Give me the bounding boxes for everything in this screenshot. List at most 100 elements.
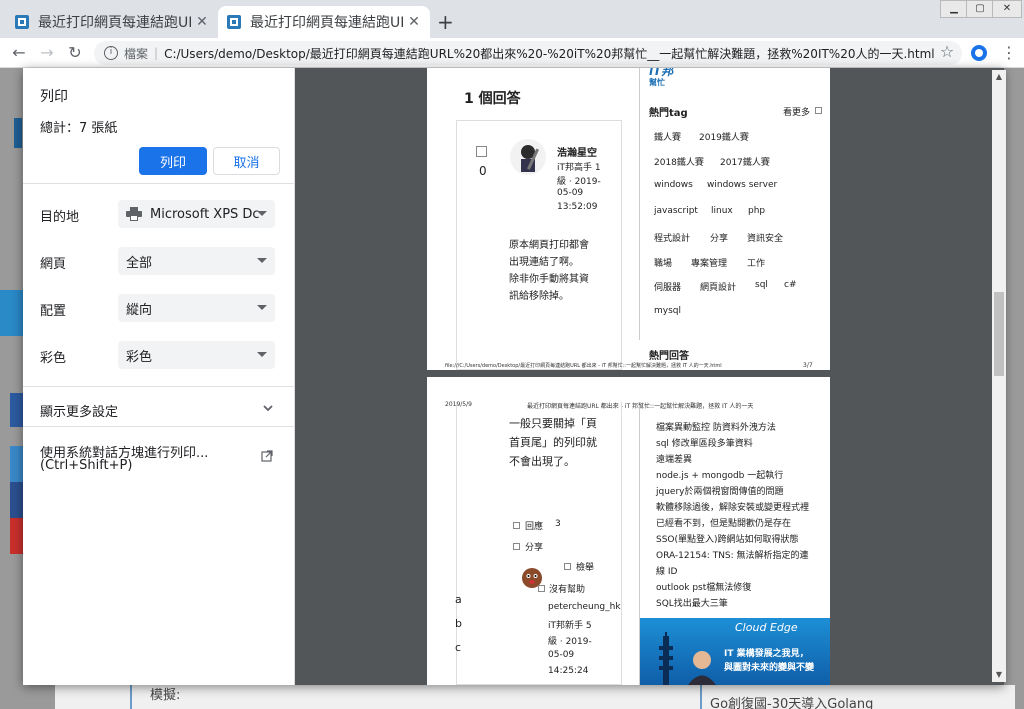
open-external-icon[interactable] <box>261 450 273 462</box>
tag-item[interactable]: 工作 <box>747 256 765 269</box>
hot-answer-link[interactable]: 遠端差異 <box>656 452 692 465</box>
share-icon <box>513 543 520 550</box>
reply-count: 3 <box>555 519 561 529</box>
scroll-down-arrow-icon[interactable]: ▼ <box>992 668 1006 682</box>
tag-item[interactable]: 鐵人賽 <box>654 130 681 143</box>
side-letter: a <box>455 593 462 606</box>
tab-2[interactable]: 最近打印網頁每連結跑UI ✕ <box>218 6 430 38</box>
tab-1[interactable]: 最近打印網頁每連結跑UI ✕ <box>6 6 218 38</box>
user-avatar[interactable] <box>509 138 547 176</box>
answer-text-line: 一般只要關掉「頁 <box>509 417 597 430</box>
tag-item[interactable]: windows server <box>707 180 777 190</box>
close-icon[interactable]: ✕ <box>194 14 210 30</box>
window-close-button[interactable]: ✕ <box>992 0 1022 18</box>
print-button[interactable]: 列印 <box>139 147 207 175</box>
print-dialog: 列印 總計：7 張紙 列印 取消 目的地 Microsoft XPS Dc 網頁… <box>23 68 1004 685</box>
layout-select[interactable]: 縱向 <box>118 294 275 322</box>
tag-item[interactable]: c# <box>784 280 797 290</box>
upvote-checkbox[interactable] <box>476 146 487 157</box>
maximize-button[interactable]: ▢ <box>966 0 994 18</box>
info-icon[interactable]: i <box>104 46 118 60</box>
destination-select[interactable]: Microsoft XPS Dc <box>118 200 275 228</box>
cancel-button[interactable]: 取消 <box>213 147 280 175</box>
bookmark-star-icon[interactable]: ☆ <box>936 41 958 63</box>
minimize-button[interactable]: ▁ <box>940 0 968 18</box>
pages-select[interactable]: 全部 <box>118 247 275 275</box>
hot-answer-link[interactable]: SQL找出最大三筆 <box>656 596 728 609</box>
share-label[interactable]: 分享 <box>525 540 543 553</box>
page-scrollbar[interactable]: ▲ ▼ <box>992 70 1006 682</box>
pages-label: 網頁 <box>40 257 67 272</box>
tag-item[interactable]: 程式設計 <box>654 231 690 244</box>
back-arrow-icon[interactable]: ← <box>8 42 30 64</box>
hot-answer-link[interactable]: 線 ID <box>656 564 677 577</box>
commenter-meta-line: 05-09 <box>548 650 575 660</box>
chevron-down-icon[interactable] <box>263 404 273 412</box>
address-scheme-label: 檔案 <box>124 46 149 61</box>
hot-answer-link[interactable]: sql 修改單區段多筆資料 <box>656 436 753 449</box>
layout-label: 配置 <box>40 304 67 319</box>
color-value: 彩色 <box>126 349 153 365</box>
commenter-meta-line: iT邦新手 5 <box>548 621 592 631</box>
tag-item[interactable]: 職場 <box>654 256 672 269</box>
answer-text-line: 首頁尾」的列印就 <box>509 436 597 449</box>
hot-answer-link[interactable]: 已經看不到，但是點開歡仍是存在 <box>656 516 791 529</box>
answer-user-name[interactable]: 浩瀚星空 <box>557 144 597 159</box>
hot-answer-link[interactable]: ORA-12154: TNS: 無法解析指定的連 <box>656 548 809 561</box>
color-select[interactable]: 彩色 <box>118 341 275 369</box>
background-left-label: 模擬: <box>150 688 181 703</box>
hot-answer-link[interactable]: outlook pst檔無法修復 <box>656 580 751 593</box>
see-more-link[interactable]: 看更多 <box>783 105 810 118</box>
hot-answer-link[interactable]: jquery於兩個視窗間傳值的問題 <box>656 484 783 497</box>
answer-text-line: 訊給移除掉。 <box>509 291 569 302</box>
tag-item[interactable]: 2017鐵人賽 <box>720 155 770 168</box>
background-right-link[interactable]: Go創復國-30天導入Golang <box>710 693 873 709</box>
answer-text-line: 出現連結了啊。 <box>509 257 579 268</box>
tag-item[interactable]: mysql <box>654 306 681 316</box>
reload-icon[interactable]: ↻ <box>64 42 86 64</box>
hot-answer-link[interactable]: SSO(單點登入)跨網站如何取得狀態 <box>656 532 799 545</box>
address-bar[interactable]: i 檔案 | C:/Users/demo/Desktop/最近打印網頁每連結跑U… <box>94 41 962 65</box>
report-label[interactable]: 檢舉 <box>576 560 594 573</box>
new-tab-button[interactable]: + <box>437 10 454 34</box>
ad-brand: Cloud Edge <box>735 621 798 634</box>
tag-item[interactable]: windows <box>654 180 693 190</box>
tag-item[interactable]: 網頁設計 <box>700 280 736 293</box>
scrollbar-thumb[interactable] <box>994 292 1004 376</box>
forward-arrow-icon[interactable]: → <box>36 42 58 64</box>
hot-answer-link[interactable]: 軟體移除過後，解除安裝或變更程式裡 <box>656 500 809 513</box>
tag-item[interactable]: 2019鐵人賽 <box>699 130 749 143</box>
tag-item[interactable]: linux <box>711 206 733 216</box>
more-settings-toggle[interactable]: 顯示更多設定 <box>40 401 118 420</box>
tag-item[interactable]: javascript <box>654 206 698 216</box>
vote-count: 0 <box>479 164 487 178</box>
chevron-down-icon <box>257 352 267 357</box>
user-meta-line: 13:52:09 <box>557 202 598 212</box>
commenter-name[interactable]: petercheung_hk <box>548 602 621 612</box>
print-preview-area: 1 個回答 0 浩瀚星空 iT邦高手 1 級 · 2019- 05-09 13:… <box>295 68 1004 685</box>
tag-item[interactable]: sql <box>755 280 768 290</box>
see-more-icon <box>815 107 822 114</box>
tag-item[interactable]: 分享 <box>710 231 728 244</box>
not-helpful-icon[interactable] <box>538 585 545 592</box>
side-letter: c <box>455 641 462 654</box>
browser-toolbar: ← → ↻ i 檔案 | C:/Users/demo/Desktop/最近打印網… <box>0 38 1024 68</box>
tag-item[interactable]: php <box>748 206 765 216</box>
reply-label[interactable]: 回應 <box>525 519 543 532</box>
extension-icon[interactable] <box>970 44 988 62</box>
menu-kebab-icon[interactable]: ⋮ <box>998 42 1020 64</box>
not-helpful-label[interactable]: 沒有幫助 <box>549 582 585 595</box>
ad-banner[interactable]: Cloud Edge IT 業構發展之我見， 與圖對未來的變與不變 <box>640 618 830 685</box>
tag-item[interactable]: 資訊安全 <box>747 231 783 244</box>
tag-item[interactable]: 2018鐵人賽 <box>654 155 704 168</box>
tag-item[interactable]: 專案管理 <box>691 256 727 269</box>
tab-1-title: 最近打印網頁每連結跑UI <box>38 15 193 31</box>
ad-line-2: 與圖對未來的變與不變 <box>724 663 815 673</box>
scroll-up-arrow-icon[interactable]: ▲ <box>992 70 1006 84</box>
report-icon <box>564 563 571 570</box>
close-icon[interactable]: ✕ <box>406 14 422 30</box>
address-url: C:/Users/demo/Desktop/最近打印網頁每連結跑URL%20都出… <box>164 46 935 61</box>
tag-item[interactable]: 伺服器 <box>654 280 681 293</box>
hot-answer-link[interactable]: 檔案異動監控 防資料外洩方法 <box>656 420 776 433</box>
hot-answer-link[interactable]: node.js + mongodb 一起執行 <box>656 468 783 481</box>
